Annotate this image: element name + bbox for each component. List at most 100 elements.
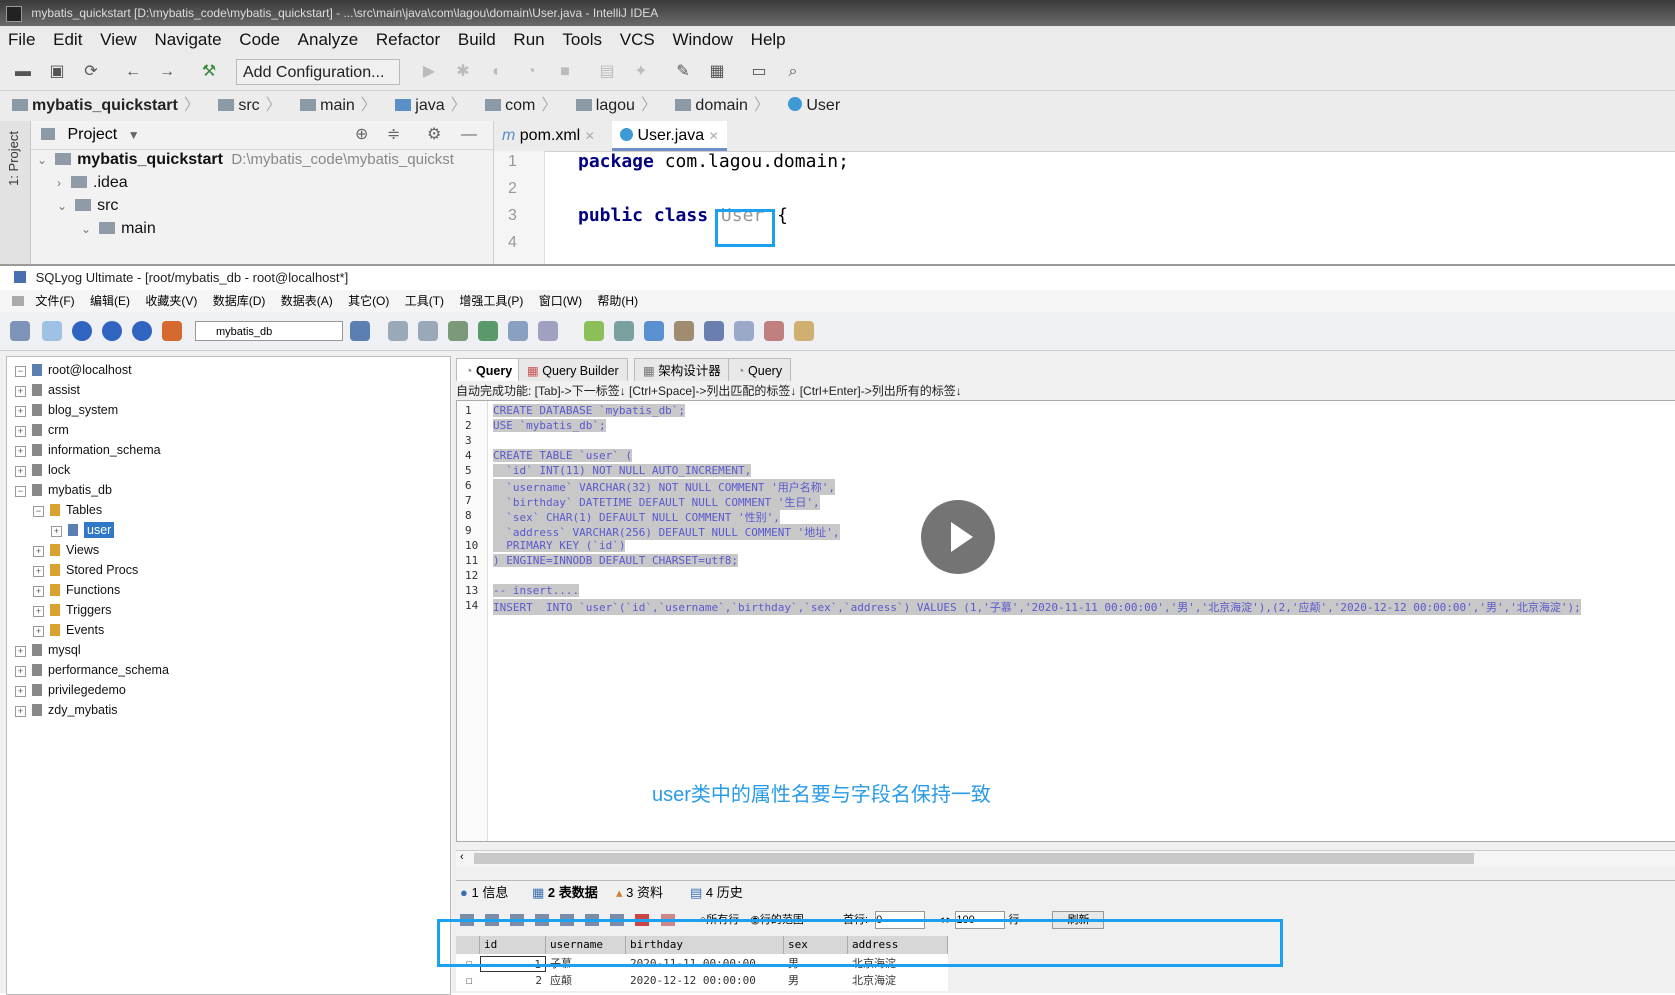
cell-username[interactable]: 应颠 [546, 973, 572, 989]
menu-code[interactable]: Code [231, 26, 285, 54]
crumb-user[interactable]: User [776, 91, 840, 121]
tab-schema-designer[interactable]: ▦ 架构设计器 [634, 358, 730, 381]
restore-icon[interactable] [418, 321, 438, 341]
debug-icon[interactable]: ✱ [454, 63, 472, 81]
row-checkbox[interactable]: ☐ [462, 973, 473, 989]
tree-item-src[interactable]: ⌄ src [57, 197, 118, 215]
crumb-src[interactable]: src 〉 [206, 91, 282, 121]
tree-functions-folder[interactable]: + Functions [33, 583, 120, 597]
sql-line[interactable]: `birthday` DATETIME DEFAULT NULL COMMENT… [493, 494, 820, 510]
job-agent-icon[interactable] [674, 321, 694, 341]
hide-icon[interactable]: — [461, 121, 477, 149]
chevron-down-icon[interactable]: ▼ [128, 128, 140, 142]
tree-db-assist[interactable]: + assist [15, 383, 80, 397]
tab-messages[interactable]: ● 1 信息 [460, 881, 508, 905]
expand-icon[interactable]: + [33, 626, 44, 637]
menu-edit-cn[interactable]: 编辑(E) [90, 290, 130, 312]
menu-analyze[interactable]: Analyze [290, 26, 363, 54]
query-builder-icon[interactable] [614, 321, 634, 341]
stop-icon[interactable]: ■ [556, 63, 574, 81]
run-icon[interactable]: ▶ [420, 63, 438, 81]
expand-icon[interactable]: + [15, 666, 26, 677]
menu-build[interactable]: Build [450, 26, 501, 54]
menu-edit[interactable]: Edit [45, 26, 87, 54]
terminal-icon[interactable]: ▭ [750, 63, 768, 81]
import-icon[interactable] [448, 321, 468, 341]
expand-icon[interactable]: + [15, 406, 26, 417]
cell-address[interactable]: 北京海淀 [848, 973, 896, 989]
project-structure-icon[interactable]: ▦ [708, 63, 726, 81]
forward-icon[interactable]: → [158, 63, 176, 81]
sql-editor[interactable]: 1 2 3 4 5 6 7 8 9 10 11 12 13 14 CREATE DATABASE `myb… [456, 400, 1675, 842]
compare-icon[interactable] [794, 321, 814, 341]
cell-birthday[interactable]: 2020-12-12 00:00:00 [626, 973, 756, 989]
tree-item-main[interactable]: ⌄ main [81, 220, 156, 238]
chevron-down-icon[interactable]: ⌄ [81, 222, 91, 236]
tab-pom-xml[interactable]: m pom.xml ✕ [494, 121, 603, 151]
tree-db-blog-system[interactable]: + blog_system [15, 403, 118, 417]
schema-icon[interactable] [162, 321, 182, 341]
sql-line[interactable]: CREATE DATABASE `mybatis_db`; [493, 404, 686, 417]
new-connection-icon[interactable] [42, 321, 62, 341]
collapse-icon[interactable]: − [15, 366, 26, 377]
scroll-left-icon[interactable]: ‹ [460, 851, 464, 863]
tree-connection-root[interactable]: − root@localhost [15, 363, 132, 377]
user-manager-icon[interactable] [350, 321, 370, 341]
table-data-icon[interactable] [508, 321, 528, 341]
crumb-com[interactable]: com 〉 [473, 91, 557, 121]
tab-history[interactable]: ▤ 4 历史 [690, 881, 743, 905]
menu-help[interactable]: Help [743, 26, 791, 54]
expand-icon[interactable]: + [15, 386, 26, 397]
tab-info[interactable]: ▴ 3 资料 [616, 881, 663, 905]
sql-line[interactable]: -- insert.... [493, 584, 580, 597]
tree-db-information-schema[interactable]: + information_schema [15, 443, 161, 457]
attach-icon[interactable]: ▤ [598, 63, 616, 81]
sql-line[interactable]: USE `mybatis_db`; [493, 419, 606, 432]
settings-wrench-icon[interactable]: ✎ [674, 63, 692, 81]
crumb-main[interactable]: main 〉 [288, 91, 377, 121]
tree-db-crm[interactable]: + crm [15, 423, 69, 437]
sql-line[interactable]: ) ENGINE=INNODB DEFAULT CHARSET=utf8; [493, 554, 739, 567]
tree-db-mysql[interactable]: + mysql [15, 643, 81, 657]
video-play-button[interactable] [921, 500, 995, 574]
build-hammer-icon[interactable]: ⚒ [200, 63, 218, 81]
locate-icon[interactable]: ⊕ [355, 121, 368, 149]
tree-db-zdy-mybatis[interactable]: + zdy_mybatis [15, 703, 117, 717]
menu-favorites-cn[interactable]: 收藏夹(V) [145, 290, 197, 312]
expand-icon[interactable]: + [33, 566, 44, 577]
tree-tables-folder[interactable]: − Tables [33, 503, 102, 517]
coverage-icon[interactable]: ◐ [488, 63, 506, 81]
menu-tools-cn[interactable]: 工具(T) [405, 290, 444, 312]
close-icon[interactable]: ✕ [709, 129, 719, 143]
expand-icon[interactable]: + [15, 466, 26, 477]
tree-db-mybatis-db[interactable]: − mybatis_db [15, 483, 112, 497]
report-icon[interactable] [764, 321, 784, 341]
menu-other-cn[interactable]: 其它(O) [348, 290, 389, 312]
menu-vcs[interactable]: VCS [612, 26, 660, 54]
database-selector[interactable]: mybatis_db [195, 321, 343, 341]
expand-icon[interactable]: + [15, 686, 26, 697]
crumb-lagou[interactable]: lagou 〉 [564, 91, 657, 121]
scrollbar-thumb[interactable] [474, 853, 1474, 864]
sql-line[interactable]: INSERT INTO `user`(`id`,`username`,`birt… [493, 599, 1581, 615]
sql-line[interactable]: `sex` CHAR(1) DEFAULT NULL COMMENT '性别', [493, 509, 780, 525]
crumb-project[interactable]: mybatis_quickstart 〉 [0, 91, 200, 121]
expand-icon[interactable]: + [33, 546, 44, 557]
expand-icon[interactable]: + [33, 586, 44, 597]
tree-table-user[interactable]: + user [51, 522, 115, 538]
chevron-down-icon[interactable]: ⌄ [57, 199, 67, 213]
menu-file[interactable]: File [0, 26, 40, 54]
window-menu-icon[interactable] [12, 296, 24, 306]
back-icon[interactable]: ← [124, 63, 142, 81]
menu-help-cn[interactable]: 帮助(H) [597, 290, 638, 312]
tab-query-builder[interactable]: ▦ Query Builder [518, 358, 628, 381]
sql-line[interactable]: PRIMARY KEY (`id`) [493, 539, 626, 552]
sql-line[interactable]: `address` VARCHAR(256) DEFAULT NULL COMM… [493, 524, 840, 540]
gear-icon[interactable]: ⚙ [427, 121, 441, 149]
search-icon[interactable]: ⌕ [784, 63, 802, 81]
horizontal-scrollbar[interactable]: ‹ [456, 850, 1675, 867]
project-view-selector[interactable]: Project [67, 126, 117, 143]
code-line-package[interactable]: package com.lagou.domain; [578, 151, 849, 172]
menu-tools[interactable]: Tools [554, 26, 607, 54]
chevron-down-icon[interactable]: ⌄ [37, 153, 47, 167]
